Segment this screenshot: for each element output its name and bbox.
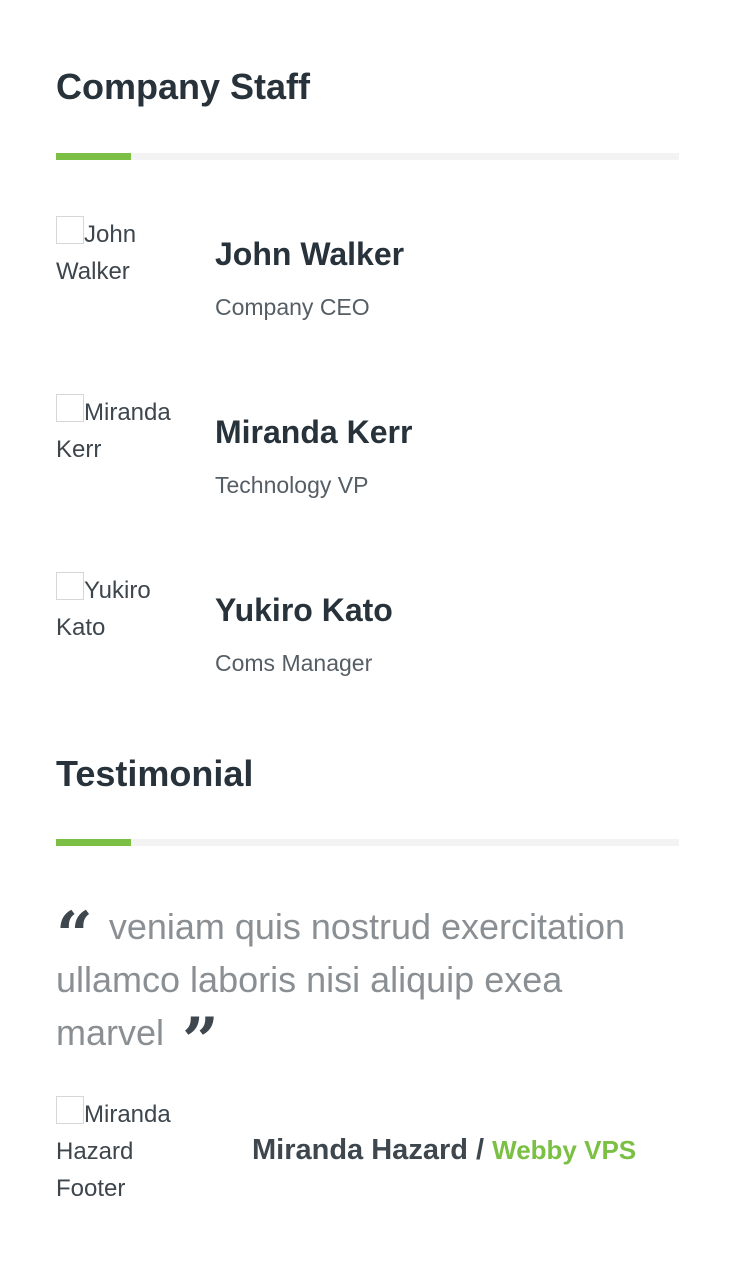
divider-accent — [56, 839, 131, 846]
author-company-link[interactable]: Webby VPS — [492, 1135, 636, 1165]
quote-open-icon: “ — [56, 898, 93, 973]
staff-member-john-walker: John Walker John Walker Company CEO — [56, 216, 679, 356]
photo-alt-text: Kato — [56, 614, 106, 641]
author-line: Miranda Hazard / Webby VPS — [252, 1134, 636, 1167]
photo-alt-text: Yukiro — [84, 577, 151, 604]
staff-role: Company CEO — [215, 294, 370, 320]
broken-image-icon — [56, 1096, 84, 1124]
staff-name: John Walker — [215, 236, 405, 272]
staff-photo: Miranda Kerr — [56, 394, 196, 468]
author-photo: Miranda Hazard Footer — [56, 1096, 206, 1207]
photo-alt-text: Hazard — [56, 1138, 134, 1165]
section-divider — [56, 153, 679, 160]
photo-alt-text: John — [84, 221, 137, 248]
quote-text: veniam quis nostrud exercitation ullamco… — [56, 906, 626, 1053]
divider-accent — [56, 153, 131, 160]
photo-alt-text: Miranda — [84, 1101, 171, 1128]
staff-section-title: Company Staff — [56, 66, 311, 107]
photo-alt-text: Footer — [56, 1175, 126, 1202]
testimonial-author: Miranda Hazard Footer Miranda Hazard / Web… — [56, 1096, 679, 1216]
staff-member-yukiro-kato: Yukiro Kato Yukiro Kato Coms Manager — [56, 572, 679, 712]
staff-name: Yukiro Kato — [215, 592, 393, 628]
staff-member-miranda-kerr: Miranda Kerr Miranda Kerr Technology VP — [56, 394, 679, 534]
photo-alt-text: Miranda — [84, 399, 171, 426]
staff-photo: Yukiro Kato — [56, 572, 196, 646]
staff-name: Miranda Kerr — [215, 414, 413, 450]
broken-image-icon — [56, 572, 84, 600]
author-name: Miranda Hazard — [252, 1134, 468, 1166]
testimonial-quote: “veniam quis nostrud exercitation ullamc… — [56, 898, 676, 1079]
author-separator: / — [476, 1134, 485, 1166]
staff-role: Coms Manager — [215, 650, 373, 676]
broken-image-icon — [56, 394, 84, 422]
photo-alt-text: Walker — [56, 258, 130, 285]
photo-alt-text: Kerr — [56, 436, 102, 463]
section-divider — [56, 839, 679, 846]
quote-close-icon: ” — [182, 1004, 219, 1079]
staff-role: Technology VP — [215, 472, 369, 498]
staff-photo: John Walker — [56, 216, 196, 290]
testimonial-section-title: Testimonial — [56, 753, 254, 794]
broken-image-icon — [56, 216, 84, 244]
